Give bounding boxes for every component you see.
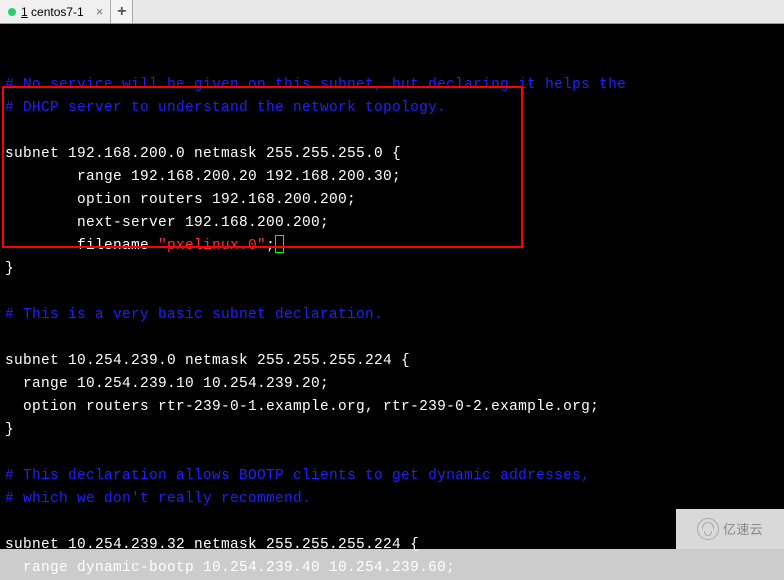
code-line: filename "pxelinux.0"; (5, 238, 284, 254)
code-line: option routers 192.168.200.200; (5, 192, 356, 208)
status-dot-icon (8, 8, 16, 16)
close-icon[interactable]: × (93, 4, 107, 19)
watermark: 亿速云 (676, 509, 784, 549)
cursor-icon (275, 235, 284, 253)
code-line: option routers rtr-239-0-1.example.org, … (5, 399, 599, 415)
code-comment: # DHCP server to understand the network … (5, 100, 446, 116)
code-comment: # This declaration allows BOOTP clients … (5, 468, 590, 484)
code-line: next-server 192.168.200.200; (5, 215, 329, 231)
code-comment: # This is a very basic subnet declaratio… (5, 307, 383, 323)
code-line: } (5, 261, 14, 277)
terminal-content[interactable]: # No service will be given on this subne… (0, 24, 784, 549)
code-line: subnet 192.168.200.0 netmask 255.255.255… (5, 146, 401, 162)
tab-bar: 1 centos7-1 × + (0, 0, 784, 24)
terminal-tab[interactable]: 1 centos7-1 × (0, 0, 111, 23)
code-comment: # No service will be given on this subne… (5, 77, 626, 93)
tab-label: 1 centos7-1 (21, 5, 84, 19)
code-line: range 10.254.239.10 10.254.239.20; (5, 376, 329, 392)
code-line: range dynamic-bootp 10.254.239.40 10.254… (5, 560, 455, 576)
cloud-icon (697, 518, 719, 540)
code-line: } (5, 422, 14, 438)
code-comment: # which we don't really recommend. (5, 491, 311, 507)
watermark-text: 亿速云 (723, 518, 763, 541)
code-line: subnet 10.254.239.0 netmask 255.255.255.… (5, 353, 410, 369)
code-line: range 192.168.200.20 192.168.200.30; (5, 169, 401, 185)
string-literal: "pxelinux.0" (158, 238, 266, 254)
new-tab-button[interactable]: + (111, 0, 133, 23)
code-line: subnet 10.254.239.32 netmask 255.255.255… (5, 537, 419, 553)
